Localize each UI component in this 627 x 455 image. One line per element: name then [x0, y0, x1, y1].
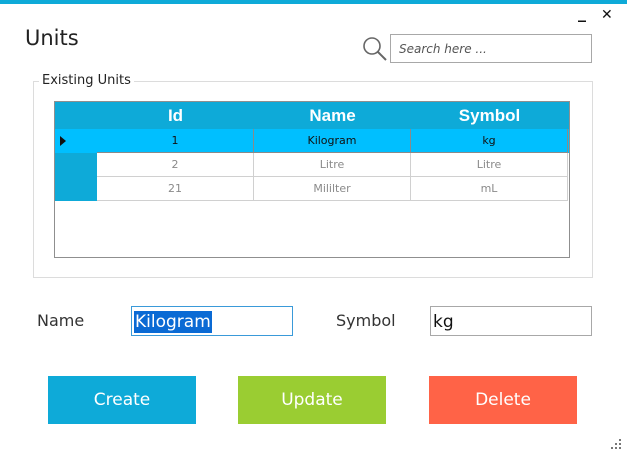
cell-name[interactable]: Kilogram	[254, 129, 411, 153]
close-button[interactable]: ✕	[601, 8, 613, 22]
column-header-name[interactable]: Name	[254, 102, 411, 129]
cell-name[interactable]: Mililter	[254, 177, 411, 201]
table-row[interactable]: 2 Litre Litre	[97, 153, 569, 177]
minimize-button[interactable]: _	[578, 5, 586, 21]
symbol-field[interactable]: kg	[430, 306, 592, 336]
symbol-label: Symbol	[336, 311, 396, 330]
row-header[interactable]	[55, 177, 97, 201]
units-grid[interactable]: Id Name Symbol 1 Kilogram kg 2 Litre Lit…	[54, 101, 570, 258]
cell-name[interactable]: Litre	[254, 153, 411, 177]
create-button[interactable]: Create	[48, 376, 196, 424]
delete-button[interactable]: Delete	[429, 376, 577, 424]
name-field[interactable]: Kilogram	[131, 306, 293, 336]
existing-units-legend: Existing Units	[39, 73, 134, 88]
cell-id[interactable]: 2	[97, 153, 254, 177]
name-label: Name	[37, 311, 85, 330]
grid-header: Id Name Symbol	[55, 102, 569, 129]
cell-id[interactable]: 1	[97, 129, 254, 153]
cell-id[interactable]: 21	[97, 177, 254, 201]
column-header-id[interactable]: Id	[97, 102, 254, 129]
search-icon[interactable]	[362, 36, 388, 62]
table-row-selected[interactable]: 1 Kilogram kg	[97, 129, 569, 153]
search-input[interactable]	[390, 34, 592, 63]
table-row[interactable]: 21 Mililter mL	[97, 177, 569, 201]
cell-symbol[interactable]: kg	[411, 129, 568, 153]
cell-symbol[interactable]: mL	[411, 177, 568, 201]
page-title: Units	[25, 26, 79, 50]
name-field-value: Kilogram	[134, 311, 212, 333]
update-button[interactable]: Update	[238, 376, 386, 424]
current-row-indicator-icon	[60, 136, 66, 146]
cell-symbol[interactable]: Litre	[411, 153, 568, 177]
row-header-current[interactable]	[55, 129, 97, 153]
window-accent-bar	[0, 0, 627, 4]
resize-grip-icon[interactable]	[611, 439, 623, 451]
column-header-symbol[interactable]: Symbol	[411, 102, 568, 129]
row-header[interactable]	[55, 153, 97, 177]
